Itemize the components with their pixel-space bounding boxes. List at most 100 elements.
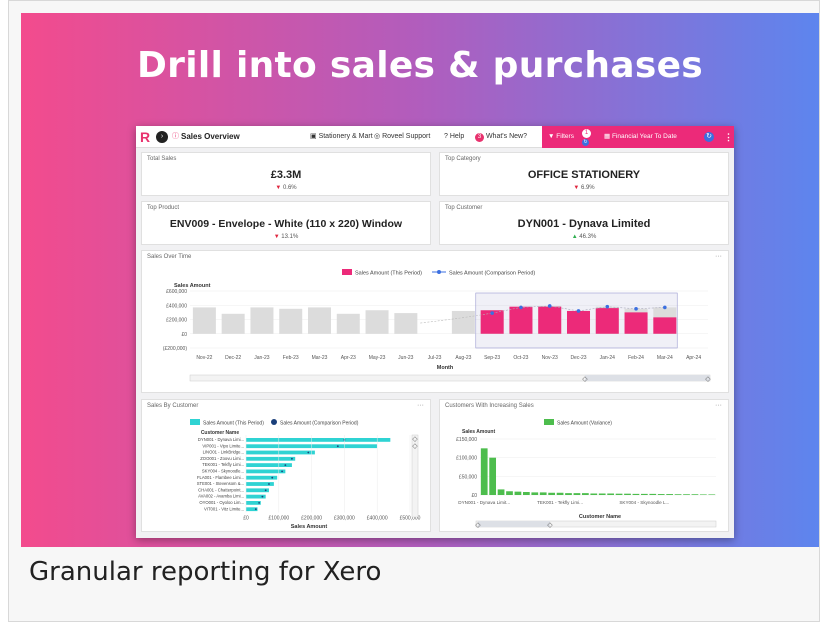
- x-tick-label: £0: [243, 516, 249, 522]
- comparison-bar[interactable]: [221, 313, 245, 334]
- scroll-handle-top[interactable]: ◇: [412, 436, 418, 443]
- comparison-point[interactable]: [663, 305, 667, 310]
- variance-bar[interactable]: [522, 492, 530, 495]
- date-range-label: Financial Year To Date: [611, 133, 677, 140]
- variance-bar[interactable]: [649, 493, 657, 495]
- variance-bar[interactable]: [565, 493, 572, 495]
- comparison-point[interactable]: [576, 309, 581, 313]
- date-range-button[interactable]: ▦ Financial Year To Date: [604, 126, 677, 148]
- panel-menu-icon[interactable]: ···: [715, 253, 722, 260]
- variance-bar[interactable]: [708, 494, 716, 495]
- variance-bar[interactable]: [615, 493, 623, 495]
- comparison-point[interactable]: [264, 489, 267, 492]
- comparison-bar[interactable]: [279, 308, 303, 334]
- variance-bar[interactable]: [480, 448, 488, 495]
- kpi-top-product[interactable]: Top Product ENV009 - Envelope - White (1…: [141, 201, 431, 245]
- variance-bar[interactable]: [632, 493, 640, 495]
- kpi-total-sales[interactable]: Total Sales £3.3M ▼ 0.6%: [141, 152, 431, 196]
- variance-bar[interactable]: [531, 492, 539, 495]
- customer-bar[interactable]: [246, 450, 315, 455]
- more-menu-icon[interactable]: ⋮: [724, 126, 733, 148]
- variance-bar[interactable]: [514, 491, 522, 495]
- variance-bar[interactable]: [598, 493, 606, 495]
- variance-bar[interactable]: [539, 492, 547, 495]
- variance-bar[interactable]: [506, 491, 513, 495]
- x-tick-label: Mar-24: [657, 355, 673, 361]
- variance-bar[interactable]: [683, 494, 690, 495]
- variance-bar[interactable]: [489, 457, 497, 495]
- variance-bar[interactable]: [666, 494, 674, 495]
- comparison-point[interactable]: [605, 304, 610, 309]
- current-period-bar[interactable]: [595, 308, 619, 334]
- current-period-bar[interactable]: [566, 310, 591, 334]
- comparison-point[interactable]: [261, 495, 264, 498]
- help-link[interactable]: ? Help: [444, 126, 464, 148]
- variance-bar[interactable]: [624, 493, 631, 495]
- variance-bar[interactable]: [556, 492, 564, 495]
- current-period-bar[interactable]: [509, 306, 533, 334]
- variance-bar[interactable]: [691, 494, 699, 495]
- current-period-bar[interactable]: [624, 312, 648, 334]
- range-slider-selection[interactable]: [585, 375, 710, 381]
- variance-bar[interactable]: [581, 493, 589, 495]
- comparison-point[interactable]: [490, 311, 494, 315]
- comparison-point[interactable]: [284, 464, 287, 466]
- reset-icon[interactable]: ↻: [704, 132, 714, 142]
- range-handle-left[interactable]: ◇: [582, 376, 588, 383]
- variance-bar[interactable]: [607, 493, 615, 495]
- x-tick-label: Jan-24: [600, 355, 616, 361]
- comparison-point[interactable]: [268, 483, 270, 485]
- comparison-bar[interactable]: [250, 307, 274, 334]
- variance-bar[interactable]: [497, 489, 505, 495]
- comparison-point[interactable]: [307, 451, 310, 454]
- variance-bar[interactable]: [640, 493, 648, 495]
- company-selector[interactable]: ▣ Stationery & Mart: [310, 126, 373, 148]
- current-period-bar[interactable]: [538, 306, 562, 334]
- y-tick-label: £0: [471, 493, 477, 499]
- kpi-title: Top Product: [147, 205, 180, 211]
- comparison-point[interactable]: [254, 508, 257, 511]
- comparison-point[interactable]: [519, 305, 523, 310]
- panel-menu-icon[interactable]: ···: [715, 402, 722, 409]
- scroll-handle-bottom[interactable]: ◇: [412, 443, 418, 450]
- variance-bar[interactable]: [699, 494, 707, 495]
- filters-button[interactable]: ▼ Filters: [548, 126, 574, 148]
- range-slider-selection[interactable]: [478, 521, 550, 527]
- comparison-bar[interactable]: [192, 307, 216, 334]
- filters-label: Filters: [556, 133, 574, 140]
- y-tick-label: VIT001 - Vitz Limite...: [204, 506, 244, 511]
- current-period-bar[interactable]: [653, 317, 677, 334]
- panel-menu-icon[interactable]: ···: [417, 402, 424, 409]
- customer-bar[interactable]: [246, 438, 391, 442]
- chevron-right-icon[interactable]: ›: [156, 131, 168, 143]
- customer-bar[interactable]: [246, 456, 296, 461]
- range-handle-right[interactable]: ◇: [547, 522, 553, 529]
- comparison-point[interactable]: [258, 502, 261, 504]
- kpi-delta: ▼ 13.1%: [142, 234, 430, 240]
- range-handle-right[interactable]: ◇: [705, 376, 711, 383]
- kpi-top-category[interactable]: Top Category OFFICE STATIONERY ▼ 6.9%: [439, 152, 729, 196]
- comparison-bar[interactable]: [365, 310, 389, 334]
- comparison-bar[interactable]: [451, 310, 475, 334]
- variance-bar[interactable]: [590, 493, 598, 495]
- comparison-bar[interactable]: [307, 307, 332, 334]
- customer-bar[interactable]: [246, 469, 286, 474]
- comparison-point[interactable]: [291, 457, 293, 460]
- comparison-point[interactable]: [634, 307, 638, 311]
- comparison-point[interactable]: [547, 304, 552, 308]
- comparison-bar[interactable]: [336, 313, 360, 334]
- comparison-bar[interactable]: [394, 313, 418, 334]
- support-link[interactable]: ◎ Roveel Support: [374, 126, 430, 148]
- x-tick-label: Nov-23: [542, 355, 558, 361]
- kpi-top-customer[interactable]: Top Customer DYN001 - Dynava Limited ▲ 4…: [439, 201, 729, 245]
- comparison-point[interactable]: [281, 470, 283, 473]
- range-handle-left[interactable]: ◇: [475, 522, 481, 529]
- variance-bar[interactable]: [573, 493, 581, 495]
- comparison-point[interactable]: [271, 476, 274, 479]
- refresh-small-icon[interactable]: ↻: [582, 139, 589, 146]
- variance-bar[interactable]: [657, 494, 665, 495]
- comparison-point[interactable]: [336, 445, 339, 448]
- whats-new-link[interactable]: 3 What's New?: [475, 126, 527, 148]
- variance-bar[interactable]: [674, 494, 682, 495]
- variance-bar[interactable]: [548, 492, 556, 495]
